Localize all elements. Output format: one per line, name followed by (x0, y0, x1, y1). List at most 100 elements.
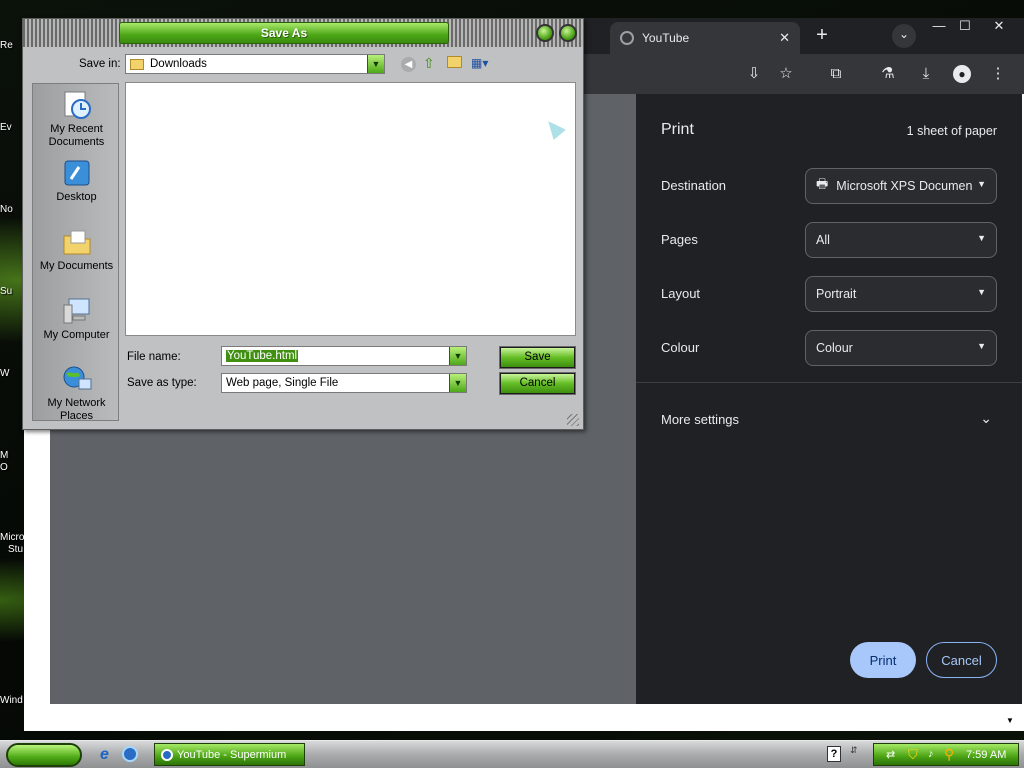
labs-icon[interactable]: ⚗ (877, 64, 899, 84)
destination-value: Microsoft XPS Documen (836, 179, 973, 193)
pages-label: Pages (661, 232, 698, 247)
place-label: My Network Places (47, 397, 106, 422)
dialog-titlebar[interactable]: Save As (23, 19, 583, 47)
menu-icon[interactable]: ⋮ (987, 64, 1009, 84)
save-in-label: Save in: (79, 58, 121, 70)
views-menu-icon[interactable]: ▦▾ (471, 56, 491, 70)
recent-documents-icon (64, 91, 91, 119)
divider (636, 382, 1022, 383)
close-window-button[interactable]: ✕ (982, 18, 1016, 36)
layout-value: Portrait (816, 287, 857, 301)
pages-select[interactable]: All ▼ (805, 222, 997, 258)
scroll-down-icon[interactable]: ▼ (1006, 716, 1014, 725)
globe-icon (620, 31, 634, 45)
place-desktop[interactable]: Desktop (33, 157, 120, 204)
save-in-value: Downloads (150, 58, 207, 70)
up-folder-icon[interactable]: ⇧ (423, 55, 435, 72)
place-documents[interactable]: My Documents (33, 226, 120, 273)
resize-grip-icon[interactable] (567, 414, 579, 426)
file-name-value: YouTube.html (226, 350, 299, 362)
caret-down-icon: ▼ (977, 287, 986, 297)
close-icon[interactable]: ✕ (779, 30, 790, 46)
volume-icon[interactable]: ♪ (928, 748, 934, 760)
network-icon[interactable]: ⇄ (886, 748, 895, 761)
chevron-down-icon[interactable]: ▼ (449, 347, 466, 365)
destination-label: Destination (661, 178, 727, 193)
page-margin (24, 704, 1024, 731)
taskbar-task-youtube[interactable]: YouTube - Supermium (154, 743, 305, 766)
star-icon[interactable]: ☆ (775, 64, 797, 84)
place-label: Desktop (56, 191, 97, 203)
colour-label: Colour (661, 340, 700, 355)
search-icon[interactable]: ⚲ (944, 746, 954, 763)
chevron-down-icon[interactable]: ▼ (449, 374, 466, 392)
security-shield-icon[interactable]: ⛉ (908, 747, 918, 763)
browser-icon (161, 748, 173, 761)
caret-down-icon: ▼ (977, 179, 986, 189)
clock[interactable]: 7:59 AM (966, 749, 1006, 761)
caret-down-icon: ▼ (977, 341, 986, 351)
folder-icon (130, 58, 144, 70)
tab-title: YouTube (642, 31, 690, 45)
cursor-icon (542, 115, 566, 141)
save-type-label: Save as type: (127, 377, 197, 389)
close-button[interactable] (559, 24, 577, 42)
tab-youtube[interactable]: YouTube ✕ (610, 22, 800, 54)
save-type-value: Web page, Single File (226, 377, 339, 389)
layout-select[interactable]: Portrait ▼ (805, 276, 997, 312)
place-network[interactable]: My Network Places (33, 363, 120, 423)
file-name-input[interactable]: YouTube.html ▼ (221, 346, 467, 366)
network-places-icon (63, 366, 91, 390)
place-label: My Computer (43, 329, 110, 341)
install-icon[interactable]: ⇩ (743, 64, 765, 84)
save-type-select[interactable]: Web page, Single File ▼ (221, 373, 467, 393)
place-label: My Documents (39, 260, 114, 272)
extensions-icon[interactable]: ⧉ (825, 64, 847, 84)
cancel-print-button[interactable]: Cancel (926, 642, 997, 678)
system-tray: ⇄ ⛉ ♪ ⚲ 7:59 AM (873, 743, 1019, 766)
caret-down-icon: ▼ (977, 233, 986, 243)
help-icon[interactable]: ? (827, 746, 841, 762)
tab-search-button[interactable]: ⌄ (892, 24, 916, 48)
dialog-title: Save As (119, 22, 449, 44)
printer-icon: 🖶 (816, 176, 829, 191)
print-button[interactable]: Print (850, 642, 916, 678)
more-settings-toggle[interactable]: More settings (661, 412, 739, 427)
chevron-down-icon[interactable]: ⌄ (980, 410, 992, 427)
place-recent[interactable]: My Recent Documents (33, 89, 120, 149)
place-label: My Recent Documents (48, 123, 105, 148)
ie-icon[interactable]: e (100, 746, 109, 764)
taskbar: e YouTube - Supermium ? ⇵ ⇄ ⛉ ♪ ⚲ 7:59 A… (0, 740, 1024, 768)
cancel-button[interactable]: Cancel (499, 372, 576, 395)
back-icon[interactable]: ◀ (401, 57, 416, 72)
download-icon[interactable]: ⤓ (915, 64, 937, 84)
sheet-count: 1 sheet of paper (906, 124, 997, 138)
chevron-down-icon: ⌄ (898, 27, 910, 41)
place-computer[interactable]: My Computer (33, 295, 120, 342)
new-folder-icon[interactable] (447, 56, 462, 68)
chevron-down-icon[interactable]: ▼ (367, 55, 384, 73)
task-label: YouTube - Supermium (177, 748, 287, 761)
my-documents-icon (63, 230, 90, 255)
save-as-dialog: Save As Save in: Downloads ▼ ◀ ⇧ ▦▾ My R… (22, 18, 584, 430)
colour-select[interactable]: Colour ▼ (805, 330, 997, 366)
my-computer-icon (63, 298, 89, 324)
save-button[interactable]: Save (499, 346, 576, 369)
pages-value: All (816, 233, 830, 247)
quick-launch-icon[interactable] (122, 746, 138, 762)
destination-select[interactable]: 🖶 Microsoft XPS Documen ▼ (805, 168, 997, 204)
new-tab-button[interactable]: + (810, 24, 834, 48)
start-button[interactable] (6, 743, 82, 767)
maximize-button[interactable]: ☐ (948, 18, 982, 36)
tray-expand-icon[interactable]: ⇵ (850, 745, 858, 756)
file-name-label: File name: (127, 351, 181, 363)
print-title: Print (661, 121, 694, 138)
places-bar: My Recent Documents Desktop My Documents… (32, 83, 120, 423)
print-settings-panel: Print 1 sheet of paper Destination 🖶 Mic… (636, 94, 1022, 704)
help-button[interactable] (536, 24, 554, 42)
file-list[interactable] (125, 82, 576, 336)
desktop-icon (64, 160, 89, 186)
save-in-combo[interactable]: Downloads ▼ (125, 54, 385, 74)
profile-icon[interactable]: ● (951, 64, 973, 84)
layout-label: Layout (661, 286, 701, 301)
